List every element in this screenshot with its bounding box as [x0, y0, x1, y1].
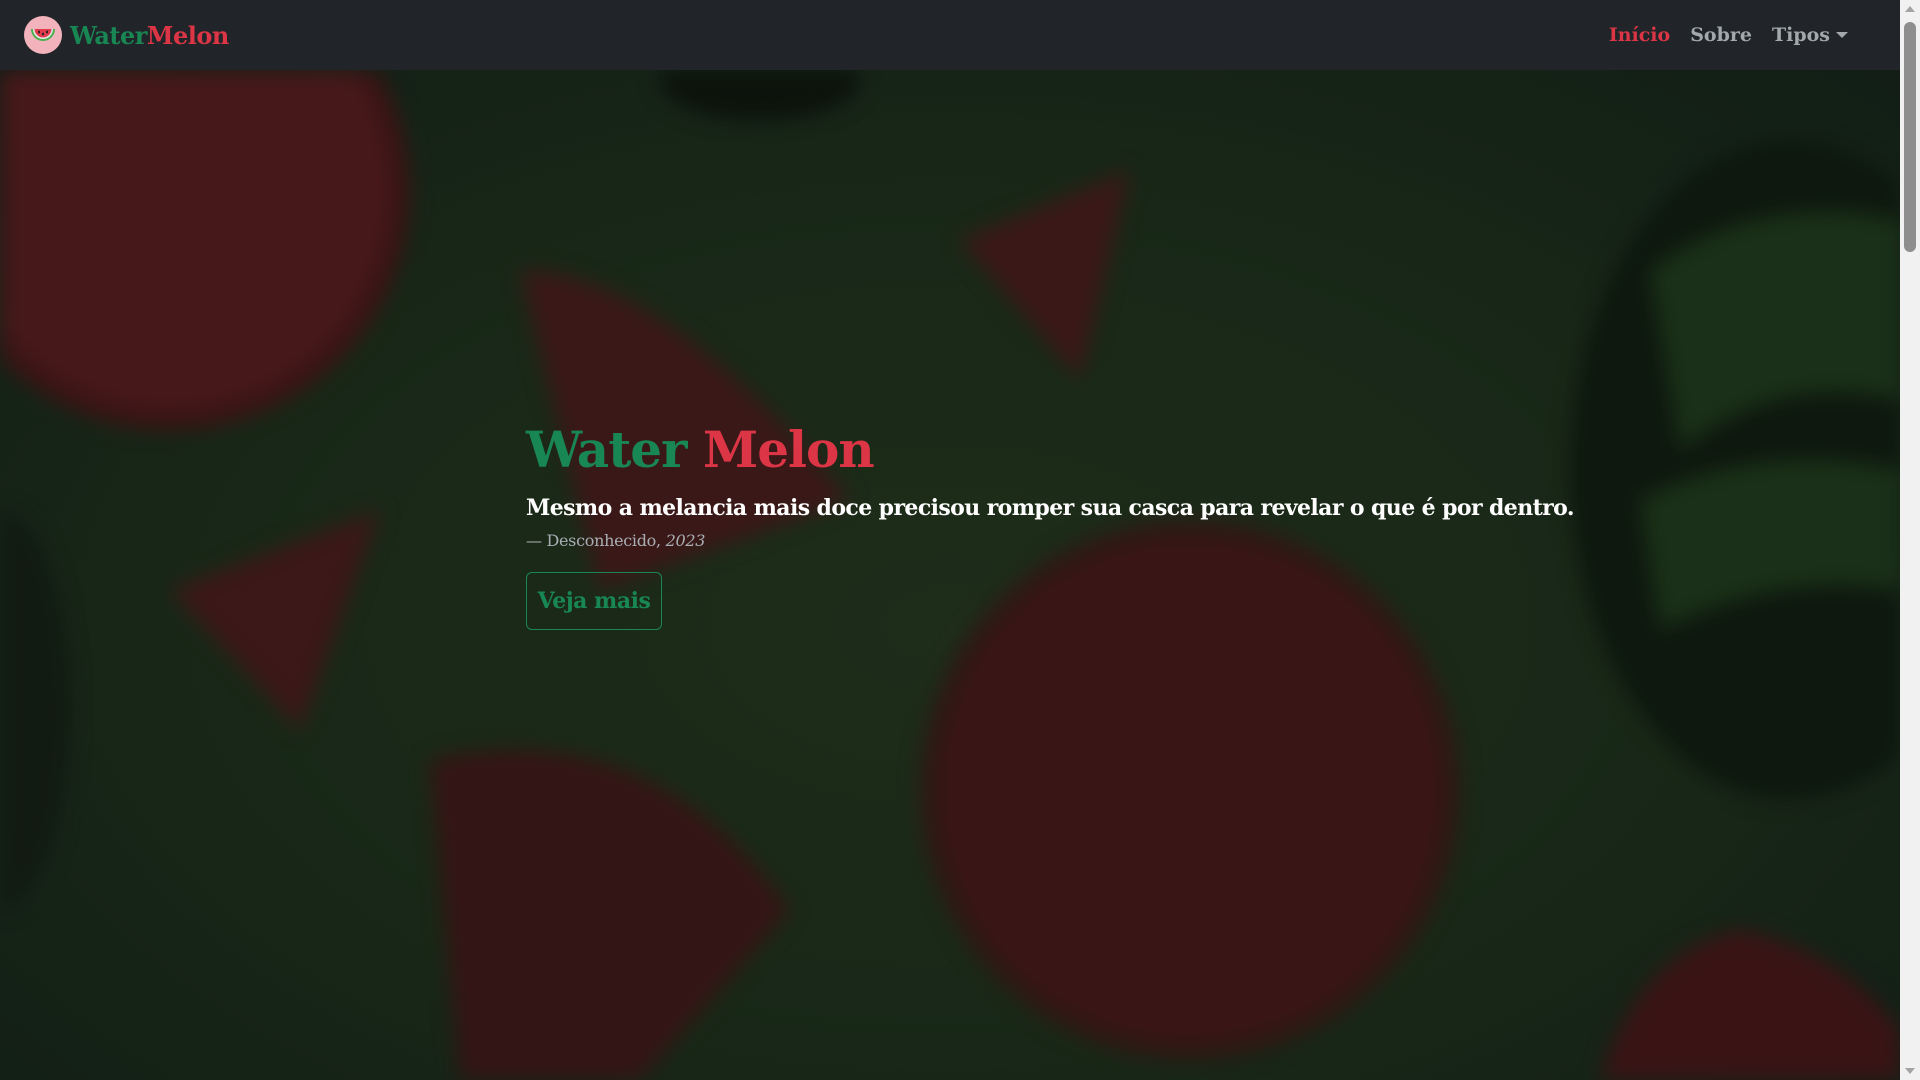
caret-down-icon: [1836, 32, 1848, 38]
hero-quote: Mesmo a melancia mais doce precisou romp…: [526, 495, 1574, 521]
hero-content: Water Melon Mesmo a melancia mais doce p…: [526, 420, 1574, 630]
scrollbar-thumb[interactable]: [1904, 22, 1916, 252]
brand-link[interactable]: WaterMelon: [24, 16, 229, 54]
nav-item-tipos-dropdown[interactable]: Tipos: [1772, 24, 1848, 46]
scroll-down-arrow-icon[interactable]: [1905, 1068, 1915, 1074]
brand-name: WaterMelon: [70, 21, 229, 50]
nav-item-sobre[interactable]: Sobre: [1690, 24, 1752, 46]
hero-section: Water Melon Mesmo a melancia mais doce p…: [0, 70, 1900, 1080]
hero-title-melon: Melon: [702, 420, 875, 479]
page-scrollbar[interactable]: [1900, 0, 1920, 1080]
hero-title-water: Water: [526, 420, 687, 479]
navbar: WaterMelon Início Sobre Tipos: [0, 0, 1900, 70]
nav-item-tipos-label: Tipos: [1771, 24, 1830, 46]
watermelon-slice-icon: [24, 16, 62, 54]
brand-name-melon: Melon: [146, 20, 229, 50]
hero-citation-author: — Desconhecido,: [526, 531, 666, 550]
page: WaterMelon Início Sobre Tipos Water Melo…: [0, 0, 1920, 1080]
brand-name-water: Water: [70, 20, 147, 50]
nav-item-inicio[interactable]: Início: [1609, 24, 1670, 46]
hero-citation: — Desconhecido, 2023: [526, 531, 1574, 550]
hero-citation-year: 2023: [665, 531, 706, 550]
hero-title: Water Melon: [526, 420, 1574, 479]
scroll-up-arrow-icon[interactable]: [1905, 6, 1915, 12]
nav-links: Início Sobre Tipos: [1609, 24, 1848, 46]
see-more-button[interactable]: Veja mais: [526, 572, 662, 630]
